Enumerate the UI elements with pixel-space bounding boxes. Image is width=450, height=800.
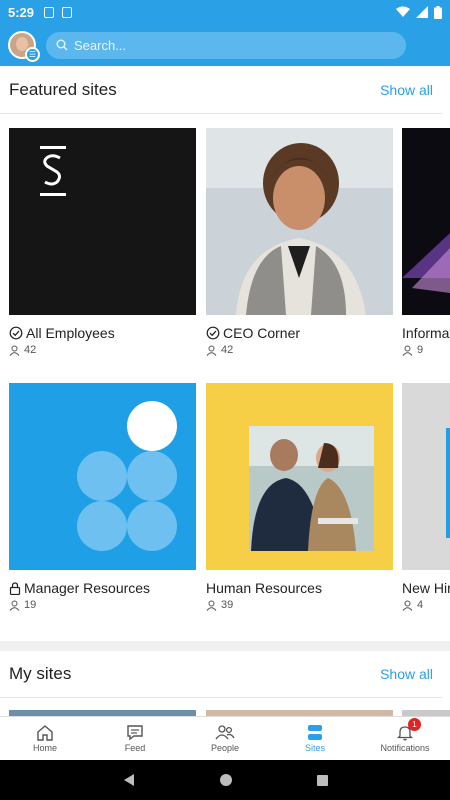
nav-item-home[interactable]: Home <box>0 717 90 760</box>
main-content[interactable]: Featured sites Show all All Employees 42… <box>0 66 450 716</box>
system-nav-bar <box>0 760 450 800</box>
status-bar: 5:29 <box>0 0 450 24</box>
nav-label: Sites <box>304 743 325 753</box>
meeting-photo-image <box>206 383 393 570</box>
person-icon <box>402 345 413 356</box>
my-sites-header: My sites Show all <box>0 651 442 698</box>
signal-icon <box>416 6 428 18</box>
site-thumbnail <box>9 128 196 315</box>
featured-row-1: All Employees 42 CEO Corner 42 Informat … <box>0 128 450 383</box>
nav-item-notifications[interactable]: 1 Notifications <box>360 717 450 760</box>
featured-sites-header: Featured sites Show all <box>0 66 442 114</box>
site-thumbnail <box>206 128 393 315</box>
member-count: 39 <box>221 599 234 611</box>
wifi-icon <box>396 6 410 17</box>
nav-item-people[interactable]: People <box>180 717 270 760</box>
site-thumbnail <box>9 383 196 570</box>
section-title: My sites <box>9 664 72 683</box>
member-count: 4 <box>417 599 424 611</box>
sites-icon <box>308 725 322 740</box>
member-count: 42 <box>24 344 37 356</box>
menu-badge-icon: ☰ <box>25 47 40 62</box>
person-icon <box>402 600 413 611</box>
member-count: 9 <box>417 344 424 356</box>
person-icon <box>9 600 20 611</box>
site-name: Human Resources <box>206 580 322 596</box>
check-circle-icon <box>206 326 220 340</box>
site-name: New Hir <box>402 580 450 596</box>
people-icon <box>215 725 235 740</box>
notification-count-badge: 1 <box>408 718 421 731</box>
site-thumbnail <box>206 383 393 570</box>
back-icon[interactable] <box>122 773 136 787</box>
site-card-information[interactable]: Informat 9 <box>402 128 450 356</box>
nav-item-sites[interactable]: Sites <box>270 717 360 760</box>
battery-icon <box>434 5 442 19</box>
site-name: CEO Corner <box>223 325 301 341</box>
site-card-new-hire[interactable]: New Hir 4 <box>402 383 450 611</box>
site-card-all-employees[interactable]: All Employees 42 <box>9 128 196 356</box>
sd-card-icon <box>44 6 55 18</box>
nav-label: Notifications <box>380 743 430 753</box>
my-sites-row <box>0 698 450 716</box>
recents-icon[interactable] <box>316 774 329 787</box>
abstract-purple-image <box>402 128 450 315</box>
my-sites-section: My sites Show all <box>0 651 450 716</box>
nav-item-feed[interactable]: Feed <box>90 717 180 760</box>
lock-icon <box>9 581 21 595</box>
site-name: Informat <box>402 325 450 341</box>
nav-label: Feed <box>124 743 146 753</box>
member-count: 42 <box>221 344 234 356</box>
feed-icon <box>127 725 143 741</box>
check-circle-icon <box>9 326 23 340</box>
section-title: Featured sites <box>9 79 117 99</box>
featured-sites-section: Featured sites Show all All Employees 42… <box>0 66 450 641</box>
new-hire-image <box>402 383 450 570</box>
featured-row-2: Manager Resources 19 Human Resources 39 … <box>0 383 450 638</box>
ceo-portrait-image <box>206 128 393 315</box>
site-card-ceo-corner[interactable]: CEO Corner 42 <box>206 128 393 356</box>
nav-label: People <box>210 743 240 753</box>
status-time: 5:29 <box>8 4 35 20</box>
show-all-link[interactable]: Show all <box>380 82 433 98</box>
nav-label: Home <box>32 743 57 753</box>
person-icon <box>206 345 217 356</box>
search-input[interactable] <box>74 37 364 53</box>
site-name: Manager Resources <box>24 580 151 596</box>
home-icon <box>37 725 53 741</box>
search-icon <box>56 39 68 51</box>
site-card-human-resources[interactable]: Human Resources 39 <box>206 383 393 611</box>
site-thumbnail <box>402 128 450 315</box>
home-circle-icon[interactable] <box>219 773 233 787</box>
site-thumbnail <box>402 383 450 570</box>
show-all-link[interactable]: Show all <box>380 666 433 682</box>
avatar[interactable]: ☰ <box>8 31 40 62</box>
app-header: ☰ <box>0 24 450 66</box>
person-icon <box>9 345 20 356</box>
member-count: 19 <box>24 599 37 611</box>
sim-icon <box>62 6 73 18</box>
site-name: All Employees <box>26 325 115 341</box>
search-bar[interactable] <box>46 31 406 59</box>
bottom-nav: Home Feed People Sites 1 Notifications <box>0 716 450 760</box>
circles-graphic-image <box>9 383 196 570</box>
site-logo-icon <box>40 146 66 196</box>
person-icon <box>206 600 217 611</box>
site-card-manager-resources[interactable]: Manager Resources 19 <box>9 383 196 611</box>
